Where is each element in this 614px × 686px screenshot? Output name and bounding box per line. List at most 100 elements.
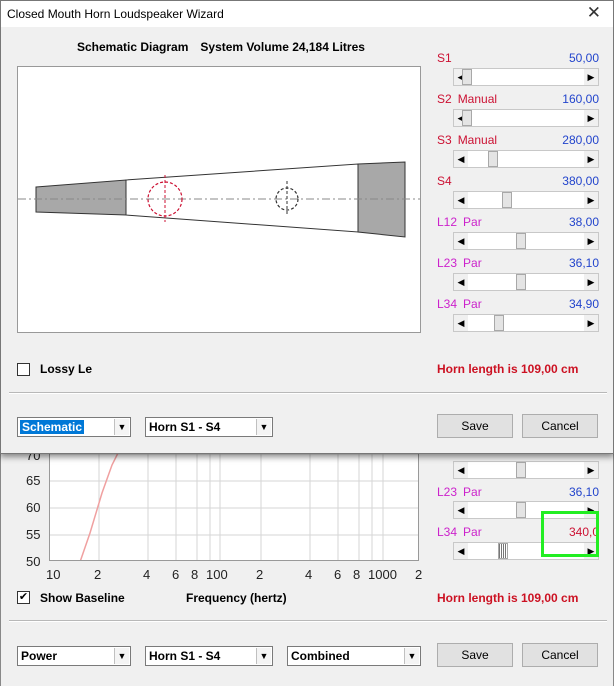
scroll-left-icon[interactable]: ◀ — [454, 233, 468, 249]
scroll-thumb[interactable] — [462, 69, 472, 85]
scroll-thumb[interactable] — [462, 110, 472, 126]
bg-save-button[interactable]: Save — [437, 643, 513, 667]
save-button[interactable]: Save — [437, 414, 513, 438]
slider-l23-value: 36,10 — [568, 256, 599, 270]
scroll-right-icon[interactable]: ▶ — [584, 110, 598, 126]
x-tick: 100 — [206, 567, 228, 582]
scroll-left-icon[interactable]: ◀ — [454, 502, 468, 518]
bg-slider-l23-label: L23 Par — [437, 485, 482, 499]
slider-s3-value: 280,00 — [562, 133, 599, 147]
y-tick: 55 — [26, 527, 41, 542]
y-tick: 60 — [26, 500, 41, 515]
scroll-thumb[interactable] — [516, 502, 526, 518]
slider-l12-label: L12 Par — [437, 215, 482, 229]
slider-l34-scrollbar[interactable]: ◀ ▶ — [453, 314, 599, 332]
x-tick: 4 — [143, 567, 151, 582]
bg-cancel-button[interactable]: Cancel — [522, 643, 598, 667]
scroll-thumb[interactable] — [516, 274, 526, 290]
slider-l12-scrollbar[interactable]: ◀ ▶ — [453, 232, 599, 250]
bg-slider-l34-label: L34 Par — [437, 525, 482, 539]
slider-l23-scrollbar[interactable]: ◀ ▶ — [453, 273, 599, 291]
view-combo[interactable]: Schematic ▼ — [17, 417, 131, 437]
scroll-thumb[interactable] — [488, 151, 498, 167]
scroll-thumb[interactable] — [502, 192, 512, 208]
scroll-left-icon[interactable]: ◀ — [454, 462, 468, 478]
chevron-down-icon[interactable]: ▼ — [114, 648, 129, 664]
chevron-down-icon[interactable]: ▼ — [256, 648, 271, 664]
frequency-plot — [49, 452, 419, 561]
slider-s4-label: S4 — [437, 174, 452, 188]
chevron-down-icon[interactable]: ▼ — [404, 648, 419, 664]
system-volume: System Volume 24,184 Litres — [200, 40, 365, 54]
chevron-down-icon[interactable]: ▼ — [114, 419, 129, 435]
x-tick: 1000 — [368, 567, 397, 582]
slider-l23-label: L23 Par — [437, 256, 482, 270]
x-tick: 2 — [256, 567, 264, 582]
background-window: 70 65 60 55 50 10 2 4 6 8 100 2 4 6 8 10… — [0, 448, 614, 686]
type-combo[interactable]: Combined ▼ — [287, 646, 421, 666]
slider-s1-scrollbar[interactable]: ◀ ▶ — [453, 68, 599, 86]
scroll-thumb[interactable] — [516, 462, 526, 478]
chevron-down-icon[interactable]: ▼ — [256, 419, 271, 435]
slider-s3-label: S3 Manual — [437, 133, 498, 147]
slider-s2-scrollbar[interactable]: ◀ ▶ — [453, 109, 599, 127]
mode-combo[interactable]: Power ▼ — [17, 646, 131, 666]
bg-slider-l23-value: 36,10 — [568, 485, 599, 499]
horn-range-combo[interactable]: Horn S1 - S4 ▼ — [145, 417, 273, 437]
x-tick: 10 — [46, 567, 61, 582]
separator — [9, 392, 607, 394]
slider-s1-label: S1 — [437, 51, 452, 65]
lossy-le-label: Lossy Le — [40, 362, 93, 376]
scroll-right-icon[interactable]: ▶ — [584, 315, 598, 331]
close-icon[interactable]: ✕ — [587, 3, 601, 23]
x-tick: 6 — [334, 567, 342, 582]
scroll-right-icon[interactable]: ▶ — [584, 462, 598, 478]
x-tick: 6 — [172, 567, 180, 582]
schematic-caption: Schematic Diagram System Volume 24,184 Li… — [77, 40, 365, 54]
highlight-box — [541, 511, 599, 557]
x-tick: 2 — [94, 567, 102, 582]
bg-slider-l12-scrollbar[interactable]: ◀ ▶ — [453, 461, 599, 479]
scroll-left-icon[interactable]: ◀ — [454, 543, 468, 559]
scroll-left-icon[interactable]: ◀ — [454, 192, 468, 208]
separator — [9, 620, 607, 622]
slider-s4-scrollbar[interactable]: ◀ ▶ — [453, 191, 599, 209]
wizard-dialog: Closed Mouth Horn Loudspeaker Wizard ✕ S… — [0, 0, 614, 454]
horn-throat-block — [35, 179, 127, 216]
horn-length: Horn length is 109,00 cm — [437, 362, 579, 376]
slider-l34-value: 34,90 — [568, 297, 599, 311]
x-tick: 2 — [415, 567, 423, 582]
title-bar: Closed Mouth Horn Loudspeaker Wizard ✕ — [1, 1, 613, 27]
x-tick: 4 — [305, 567, 313, 582]
scroll-right-icon[interactable]: ▶ — [584, 151, 598, 167]
slider-s4-value: 380,00 — [562, 174, 599, 188]
show-baseline-checkbox[interactable]: ✔ — [17, 591, 30, 604]
scroll-left-icon[interactable]: ◀ — [454, 315, 468, 331]
x-tick: 8 — [353, 567, 361, 582]
window-title: Closed Mouth Horn Loudspeaker Wizard — [7, 7, 224, 21]
schematic-diagram — [17, 66, 421, 333]
frequency-plot-svg — [50, 453, 418, 560]
scroll-right-icon[interactable]: ▶ — [584, 192, 598, 208]
schematic-title: Schematic Diagram — [77, 40, 189, 54]
scroll-thumb[interactable] — [498, 543, 508, 559]
bg-horn-length: Horn length is 109,00 cm — [437, 591, 579, 605]
scroll-thumb[interactable] — [516, 233, 526, 249]
horn-schematic-svg — [18, 161, 420, 238]
lossy-le-checkbox[interactable] — [17, 363, 30, 376]
slider-s3-scrollbar[interactable]: ◀ ▶ — [453, 150, 599, 168]
slider-l34-label: L34 Par — [437, 297, 482, 311]
scroll-thumb[interactable] — [494, 315, 504, 331]
horn-body — [125, 163, 359, 233]
x-tick: 8 — [191, 567, 199, 582]
scroll-right-icon[interactable]: ▶ — [584, 233, 598, 249]
y-tick: 65 — [26, 473, 41, 488]
range-combo[interactable]: Horn S1 - S4 ▼ — [145, 646, 273, 666]
slider-s2-value: 160,00 — [562, 92, 599, 106]
cancel-button[interactable]: Cancel — [522, 414, 598, 438]
scroll-right-icon[interactable]: ▶ — [584, 274, 598, 290]
scroll-right-icon[interactable]: ▶ — [584, 69, 598, 85]
scroll-left-icon[interactable]: ◀ — [454, 151, 468, 167]
scroll-left-icon[interactable]: ◀ — [454, 274, 468, 290]
show-baseline-label: Show Baseline — [40, 591, 125, 605]
